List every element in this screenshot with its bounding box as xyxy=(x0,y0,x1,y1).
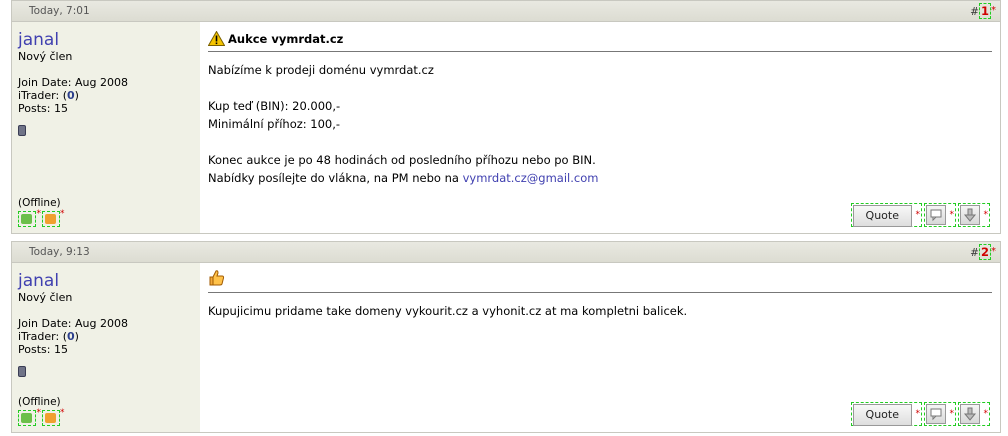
edit-marker: * xyxy=(949,210,955,220)
message-line: Nabídky posílejte do vlákna, na PM nebo … xyxy=(208,169,992,187)
post-actions: Quote * * * xyxy=(849,402,990,426)
user-status-icon[interactable]: * xyxy=(18,408,41,426)
itrader-score-link[interactable]: 0 xyxy=(67,89,75,102)
post-actions: Quote * * * xyxy=(849,203,990,227)
edit-marker: * xyxy=(991,246,996,257)
post-content: Aukce vymrdat.cz Nabízíme k prodeji domé… xyxy=(207,22,992,233)
multiquote-wrap: * xyxy=(924,203,956,227)
message-line: Konec aukce je po 48 hodinách od posledn… xyxy=(208,153,596,167)
edit-marker: * xyxy=(915,210,921,220)
post-number-prefix: # xyxy=(970,6,979,18)
quote-wrap: Quote * xyxy=(850,402,922,426)
multiquote-icon[interactable] xyxy=(926,404,946,424)
post-date: Today, 9:13 xyxy=(29,246,90,258)
title-divider xyxy=(208,292,992,293)
multiquote-wrap: * xyxy=(924,402,956,426)
edit-marker: * xyxy=(36,408,42,418)
title-divider xyxy=(208,51,992,52)
post-number-link[interactable]: 1 xyxy=(978,3,991,19)
post-number-prefix: # xyxy=(970,247,979,259)
itrader-label: iTrader: ( xyxy=(18,330,67,343)
report-wrap: * xyxy=(958,203,990,227)
user-info: Join Date: Aug 2008 iTrader: (0) Posts: … xyxy=(18,76,200,115)
message-line: Nabízíme k prodeji doménu vymrdat.cz xyxy=(208,63,434,77)
quote-wrap: Quote * xyxy=(850,203,922,227)
edit-marker: * xyxy=(949,409,955,419)
quote-button[interactable]: Quote xyxy=(852,404,912,426)
report-icon[interactable] xyxy=(960,404,980,424)
online-status: (Offline) xyxy=(18,396,61,408)
thumbs-up-icon xyxy=(208,269,992,289)
message-line: Kupujicimu pridame take domeny vykourit.… xyxy=(208,304,688,318)
message-line: Minimální příhoz: 100,- xyxy=(208,117,341,131)
join-date: Join Date: Aug 2008 xyxy=(18,317,128,330)
post-header: Today, 7:01 #1 * xyxy=(12,1,1000,22)
username-link[interactable]: janal xyxy=(18,30,200,50)
post-header: Today, 9:13 #2 * xyxy=(12,242,1000,263)
email-link[interactable]: vymrdat.cz@gmail.com xyxy=(463,171,599,185)
multiquote-icon[interactable] xyxy=(926,205,946,225)
reputation-icon xyxy=(18,125,26,136)
itrader: iTrader: (0) xyxy=(18,330,200,343)
post: Today, 9:13 #2 * janal Nový člen Join Dat… xyxy=(11,241,1001,433)
message-line-text: Nabídky posílejte do vlákna, na PM nebo … xyxy=(208,171,463,185)
user-action-icons: * * xyxy=(18,408,65,426)
user-title: Nový člen xyxy=(18,291,73,304)
edit-marker: * xyxy=(983,210,989,220)
user-title: Nový člen xyxy=(18,50,73,63)
post-date: Today, 7:01 xyxy=(29,5,90,17)
join-date: Join Date: Aug 2008 xyxy=(18,76,128,89)
post-title: Aukce vymrdat.cz xyxy=(207,30,992,51)
itrader: iTrader: (0) xyxy=(18,89,200,102)
post-message: Kupujicimu pridame take domeny vykourit.… xyxy=(208,302,992,320)
user-status-icon[interactable]: * xyxy=(18,209,41,227)
post-count: Posts: 15 xyxy=(18,343,68,356)
edit-marker: * xyxy=(60,209,65,219)
user-sidebar: janal Nový člen Join Date: Aug 2008 iTra… xyxy=(12,263,200,432)
post-message: Nabízíme k prodeji doménu vymrdat.cz Kup… xyxy=(208,61,992,187)
send-pm-icon[interactable]: * xyxy=(41,209,65,227)
post: Today, 7:01 #1 * janal Nový člen Join Dat… xyxy=(11,0,1001,234)
quote-button[interactable]: Quote xyxy=(852,205,912,227)
edit-marker: * xyxy=(991,5,996,16)
reputation-icon xyxy=(18,366,26,377)
post-content: Kupujicimu pridame take domeny vykourit.… xyxy=(208,263,992,432)
post-number[interactable]: #2 * xyxy=(970,242,996,263)
post-number[interactable]: #1 * xyxy=(970,1,996,22)
online-status: (Offline) xyxy=(18,197,61,209)
send-pm-icon[interactable]: * xyxy=(41,408,65,426)
warning-icon xyxy=(207,30,226,51)
report-wrap: * xyxy=(958,402,990,426)
user-sidebar: janal Nový člen Join Date: Aug 2008 iTra… xyxy=(12,22,200,233)
itrader-label: iTrader: ( xyxy=(18,89,67,102)
itrader-close: ) xyxy=(74,330,79,343)
itrader-score-link[interactable]: 0 xyxy=(67,330,75,343)
post-title-text: Aukce vymrdat.cz xyxy=(228,32,344,46)
message-line: Kup teď (BIN): 20.000,- xyxy=(208,99,341,113)
username-link[interactable]: janal xyxy=(18,271,200,291)
edit-marker: * xyxy=(915,409,921,419)
edit-marker: * xyxy=(36,209,42,219)
itrader-close: ) xyxy=(74,89,79,102)
report-icon[interactable] xyxy=(960,205,980,225)
edit-marker: * xyxy=(983,409,989,419)
post-number-link[interactable]: 2 xyxy=(978,244,991,260)
user-action-icons: * * xyxy=(18,209,65,227)
post-count: Posts: 15 xyxy=(18,102,68,115)
user-info: Join Date: Aug 2008 iTrader: (0) Posts: … xyxy=(18,317,200,356)
edit-marker: * xyxy=(60,408,65,418)
